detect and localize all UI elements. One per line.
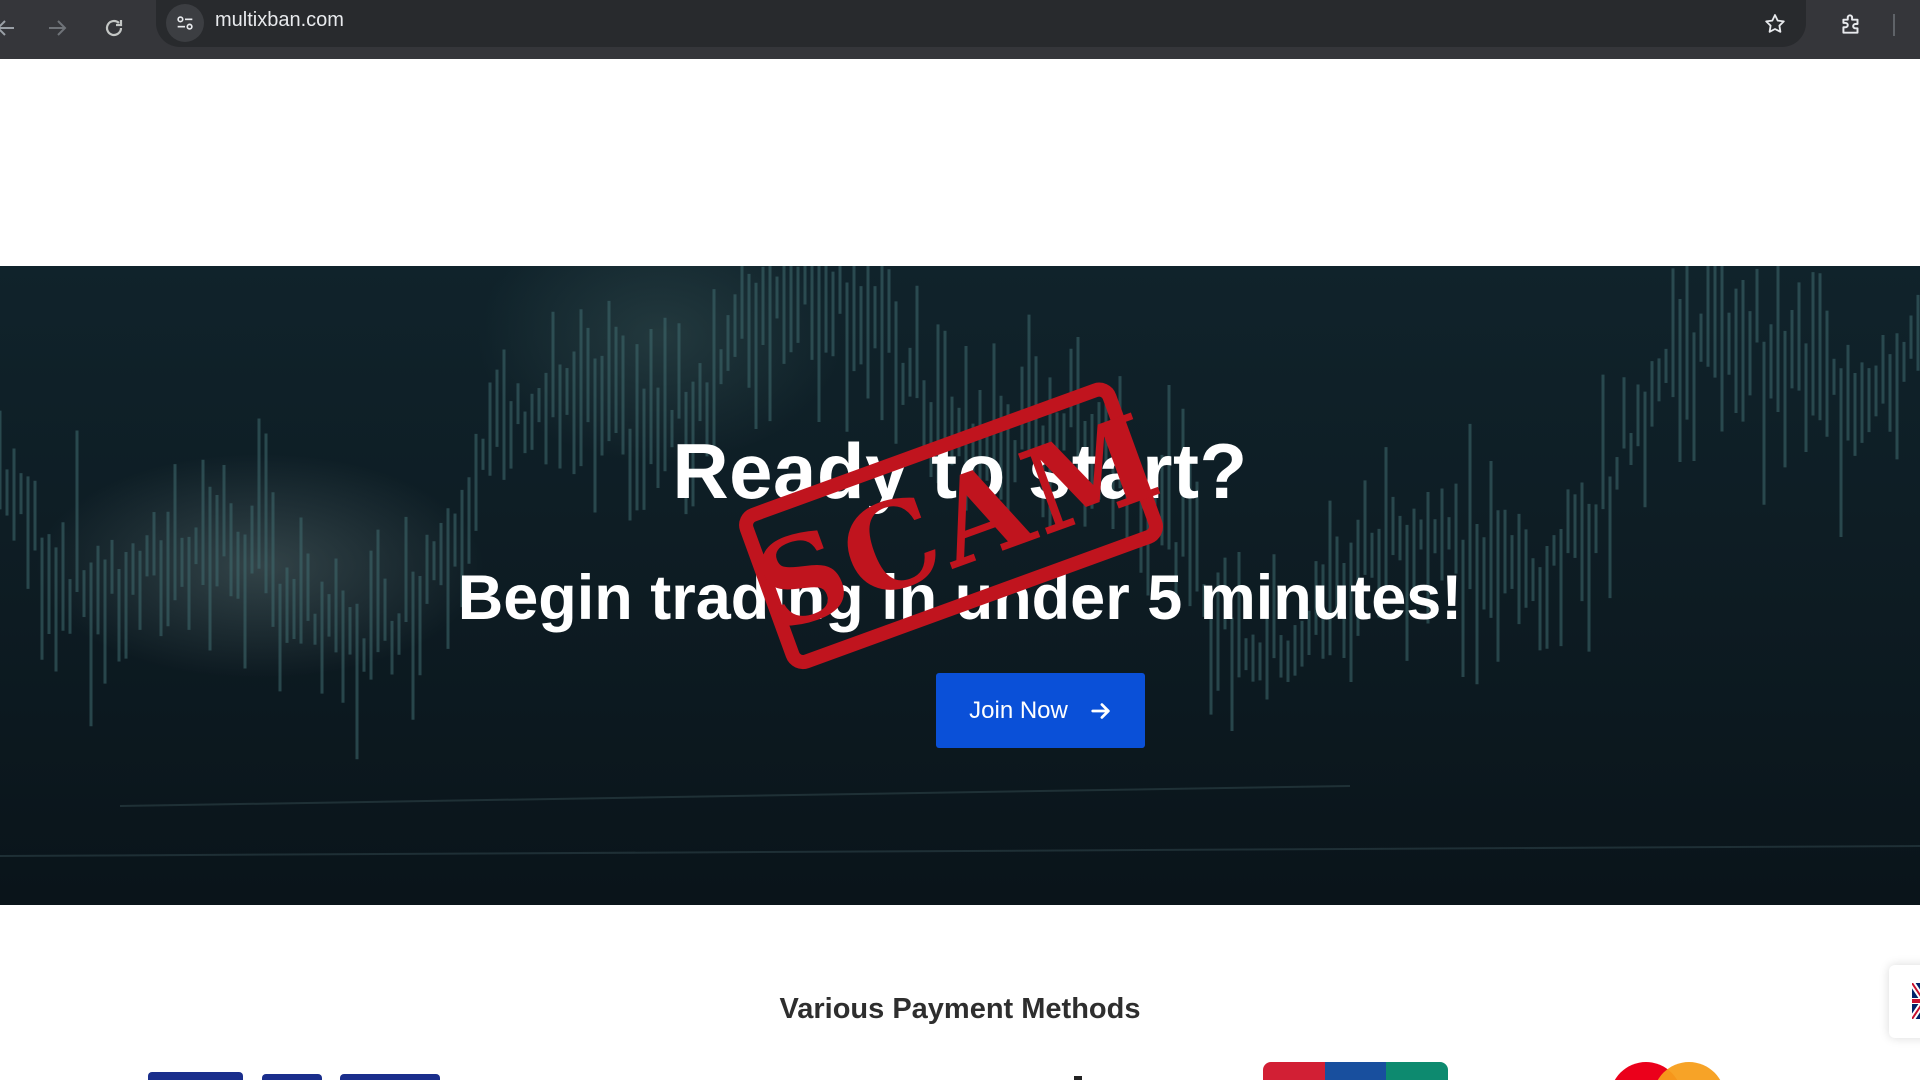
pix-logo — [148, 1072, 243, 1080]
star-icon — [1765, 14, 1785, 33]
mastercard-logo — [1610, 1062, 1725, 1080]
browser-toolbar: multixban.com — [0, 0, 1920, 59]
extensions-icon — [1842, 14, 1859, 34]
pix-logo-part — [262, 1074, 322, 1080]
url-text[interactable]: multixban.com — [215, 9, 344, 32]
forward-button[interactable] — [37, 8, 77, 48]
pix-logo-part — [340, 1074, 440, 1080]
uk-flag-icon — [1912, 983, 1920, 1019]
site-info-button[interactable] — [166, 4, 204, 42]
jcb-logo — [1263, 1062, 1448, 1080]
reload-button[interactable] — [94, 8, 134, 48]
back-arrow-icon — [0, 20, 14, 36]
address-bar[interactable]: multixban.com — [156, 0, 1806, 47]
reload-icon — [105, 19, 123, 37]
extensions-button[interactable] — [1829, 4, 1873, 44]
logo — [1074, 1076, 1082, 1080]
bookmark-button[interactable] — [1755, 4, 1795, 44]
payment-methods-heading: Various Payment Methods — [779, 993, 1141, 1025]
arrow-right-icon — [1091, 702, 1110, 719]
forward-arrow-icon — [49, 20, 67, 36]
language-selector[interactable] — [1889, 965, 1920, 1038]
toolbar-divider — [1893, 14, 1895, 36]
site-settings-icon — [177, 16, 193, 30]
back-button[interactable] — [0, 8, 26, 48]
join-now-label: Join Now — [969, 696, 1068, 724]
